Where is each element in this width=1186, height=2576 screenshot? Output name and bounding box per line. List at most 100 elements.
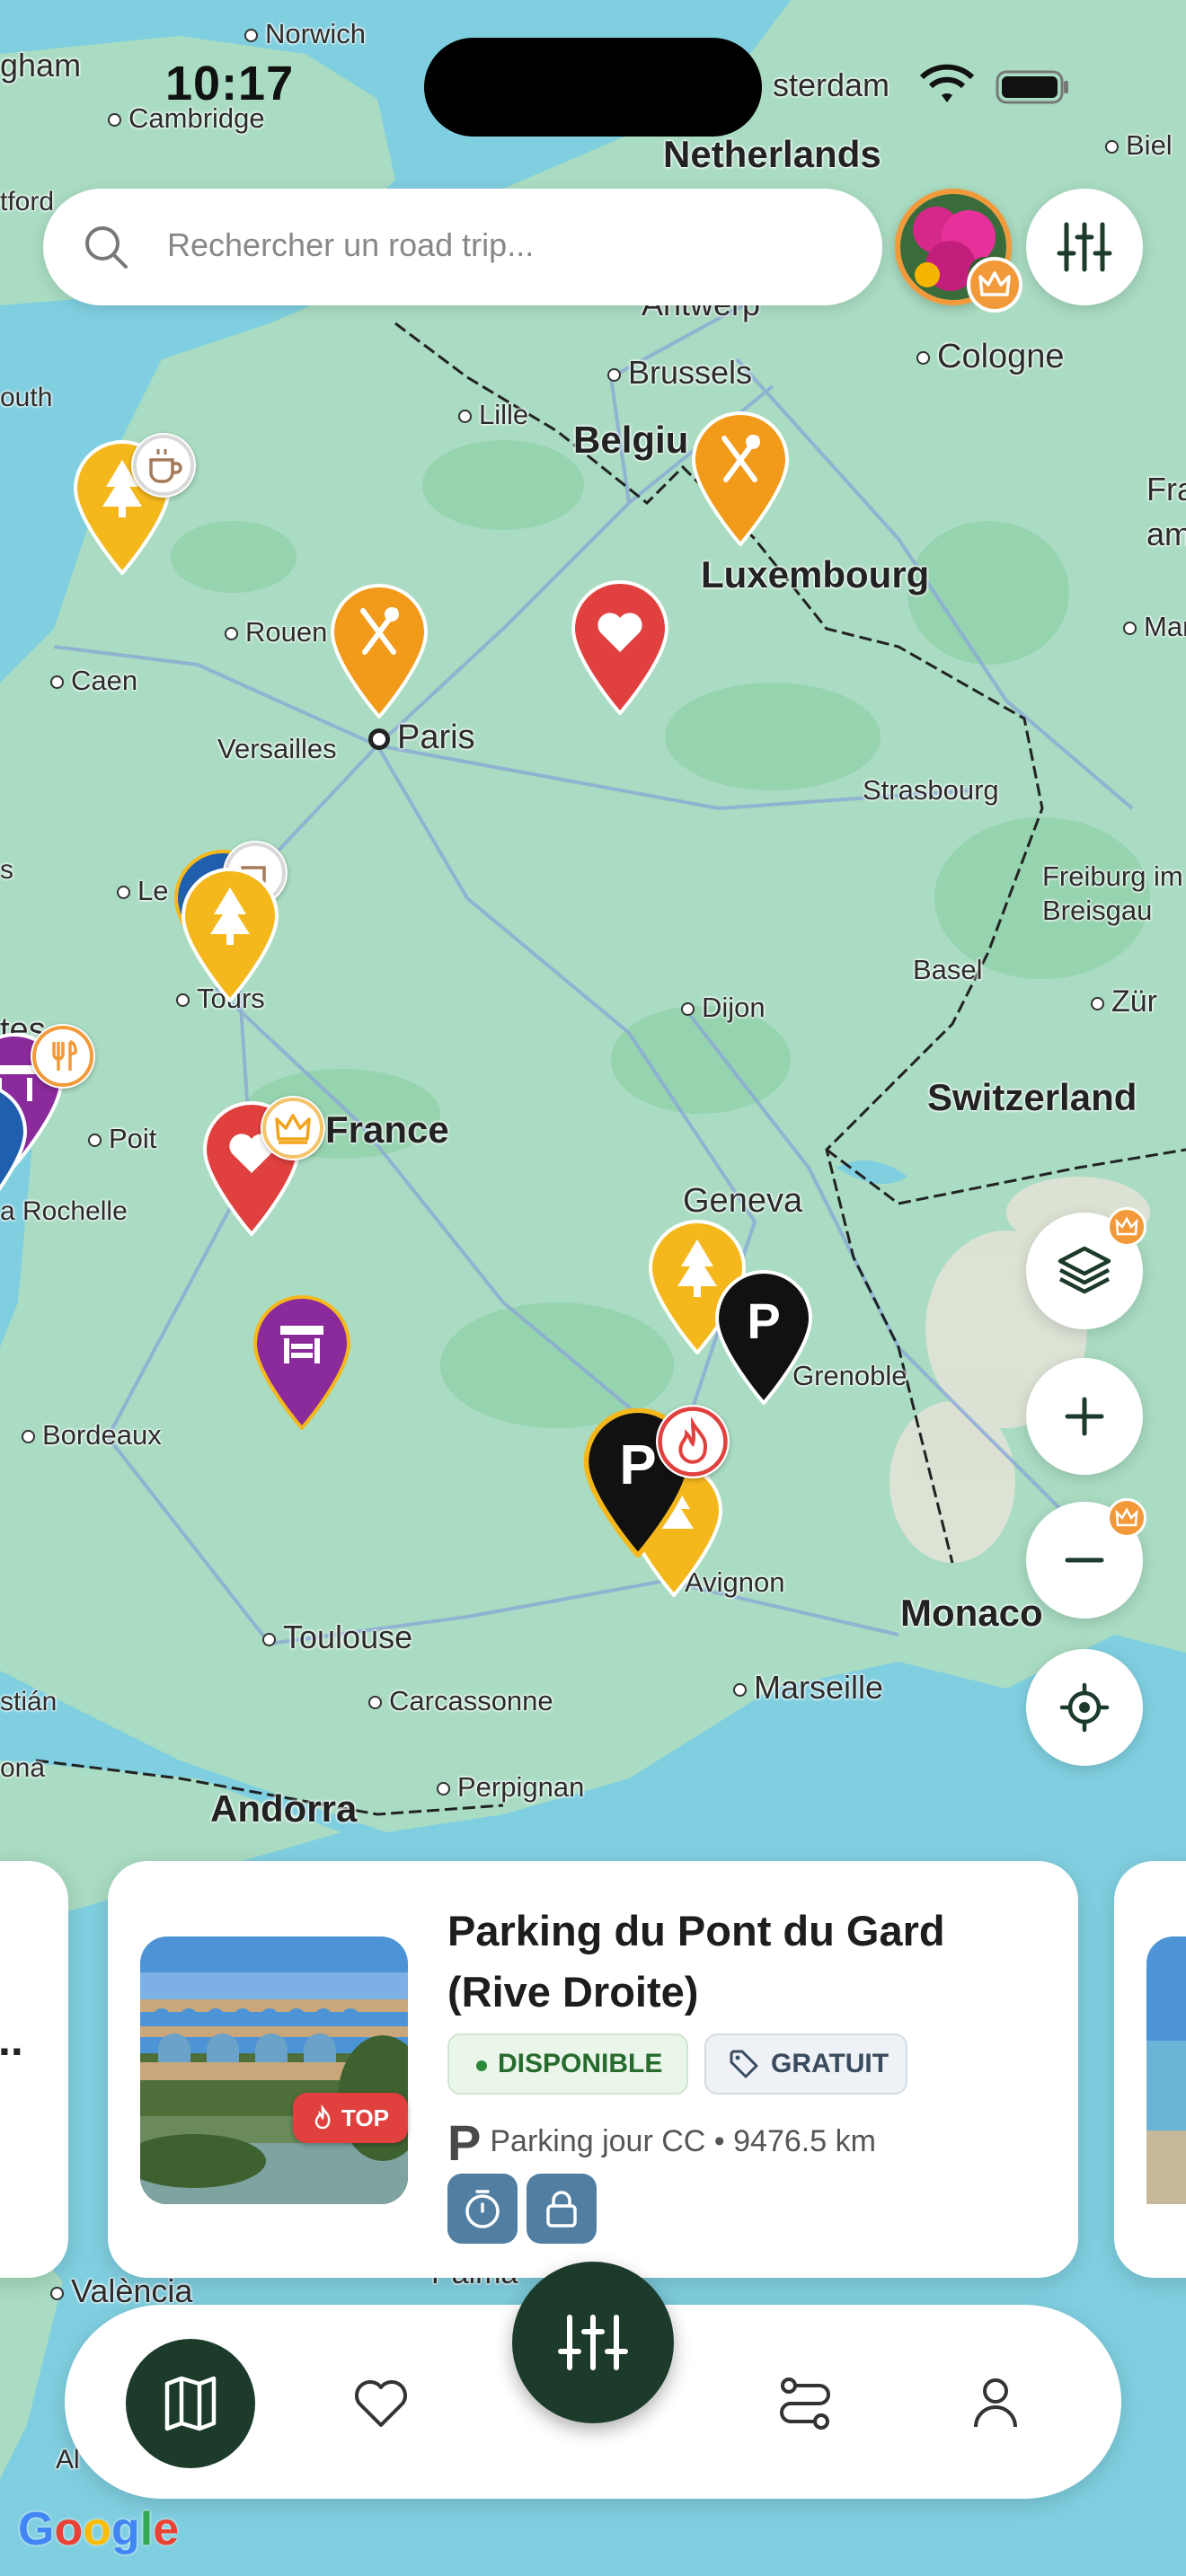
- map-label-brussels: Brussels: [607, 354, 752, 392]
- map-label-carcassonne: Carcassonne: [368, 1685, 553, 1717]
- lock-icon: [546, 2191, 577, 2228]
- map-label-bordeaux: Bordeaux: [22, 1419, 162, 1451]
- map-label-fra: Fra: [1146, 471, 1186, 507]
- next-spot-photo: [1146, 1936, 1186, 2204]
- map-label-ona: ona: [0, 1753, 46, 1783]
- svg-text:P: P: [747, 1292, 780, 1349]
- map-label-lille: Lille: [458, 399, 528, 431]
- map-label-france: France: [325, 1108, 449, 1151]
- map-label-paris: Paris: [368, 719, 475, 757]
- heart-icon: [355, 2380, 407, 2427]
- map-label-cologne: Cologne: [916, 338, 1065, 376]
- map-label-dijon: Dijon: [681, 992, 766, 1024]
- spot-card-next[interactable]: [1114, 1861, 1186, 2278]
- spot-card[interactable]: TOP Parking du Pont du Gard (Rive Droite…: [108, 1861, 1078, 2278]
- map-label-belgium: Belgiu: [573, 419, 689, 461]
- status-icons: [916, 63, 1078, 108]
- spot-title: Parking du Pont du Gard (Rive Droite): [447, 1901, 1040, 2023]
- status-badge: DISPONIBLE: [447, 2033, 688, 2095]
- map-label-luxembourg: Luxembourg: [701, 553, 930, 595]
- nav-map-button[interactable]: [126, 2339, 255, 2468]
- nav-profile-button[interactable]: [958, 2366, 1033, 2441]
- map-label-le: Le: [117, 875, 168, 907]
- restaurant-icon: [31, 1024, 95, 1089]
- search-icon: [85, 226, 128, 269]
- timer-button[interactable]: [447, 2174, 518, 2244]
- map-label-al: Al: [56, 2445, 80, 2475]
- map-label-tford: tford: [0, 187, 55, 216]
- spot-title-line2: (Rive Droite): [447, 1968, 699, 2016]
- map-label-netherlands: Netherlands: [663, 133, 881, 175]
- map-pin-restaurant[interactable]: [329, 584, 429, 719]
- spot-card-previous[interactable]: ..: [0, 1861, 68, 2278]
- map-label-s: s: [0, 855, 13, 885]
- map-pin-favorite[interactable]: [570, 580, 670, 715]
- route-icon: [780, 2378, 830, 2430]
- map-label-versailles: Versailles: [217, 733, 337, 764]
- map-label-gham: gham: [0, 47, 82, 84]
- spot-meta-text: Parking jour CC • 9476.5 km: [490, 2124, 876, 2158]
- map-label-norwich: Norwich: [244, 18, 366, 50]
- google-attribution: Google: [18, 2503, 180, 2555]
- coffee-icon: [131, 433, 196, 498]
- user-icon: [974, 2378, 1017, 2428]
- map-pin-market[interactable]: [252, 1295, 352, 1430]
- map-label-monaco: Monaco: [900, 1592, 1043, 1634]
- crosshair-icon: [1059, 1682, 1110, 1733]
- map-label-perpignan: Perpignan: [437, 1771, 584, 1804]
- map-label-stian: stián: [0, 1687, 58, 1716]
- map-label-switzerland: Switzerland: [927, 1076, 1137, 1118]
- battery-icon: [996, 70, 1068, 104]
- dynamic-island: [424, 38, 762, 137]
- nav-filters-button[interactable]: [512, 2262, 674, 2423]
- nav-routes-button[interactable]: [767, 2366, 843, 2441]
- fire-icon: [314, 2104, 331, 2130]
- map-label-zur: Zür: [1091, 984, 1157, 1019]
- map-label-andorra: Andorra: [210, 1787, 358, 1830]
- status-badge-label: DISPONIBLE: [498, 2049, 663, 2078]
- map-label-marseille: Marseille: [733, 1669, 883, 1707]
- sliders-icon: [558, 2315, 628, 2370]
- map-label-mann: Mann: [1123, 611, 1186, 643]
- map-label-biel: Biel: [1105, 129, 1173, 162]
- lock-button[interactable]: [527, 2174, 597, 2244]
- nav-favorites-button[interactable]: [343, 2366, 419, 2441]
- map-pin-blue[interactable]: [0, 1083, 29, 1218]
- crown-icon: [967, 257, 1022, 313]
- map-pin-forest[interactable]: [180, 868, 280, 1002]
- filter-settings-button[interactable]: [1026, 189, 1143, 305]
- map-label-outh: outh: [0, 383, 53, 412]
- timer-icon: [465, 2190, 500, 2228]
- map-label-rouen: Rouen: [225, 616, 327, 648]
- tag-icon: [730, 2050, 758, 2078]
- spot-meta: P Parking jour CC • 9476.5 km: [447, 2114, 876, 2172]
- map-label-breisgau: Breisgau: [1042, 895, 1153, 926]
- map-label-poit: Poit: [88, 1123, 156, 1155]
- map-label-toulouse: Toulouse: [262, 1619, 412, 1656]
- fire-icon: [656, 1405, 730, 1478]
- status-time: 10:17: [165, 57, 295, 110]
- search-placeholder: Rechercher un road trip...: [167, 226, 535, 263]
- crown-icon: [261, 1096, 325, 1160]
- price-badge-label: GRATUIT: [771, 2049, 890, 2078]
- wifi-icon: [919, 64, 975, 102]
- plus-icon: [1065, 1397, 1104, 1436]
- search-bar[interactable]: Rechercher un road trip...: [43, 189, 882, 305]
- map-icon: [164, 2376, 217, 2431]
- price-badge: GRATUIT: [704, 2033, 907, 2095]
- map-label-am: am: [1146, 516, 1186, 552]
- map-label-sterdam: sterdam: [773, 66, 890, 103]
- map-label-strasbourg: Strasbourg: [863, 774, 999, 806]
- map-label-geneva: Geneva: [683, 1182, 803, 1220]
- crown-icon: [1107, 1498, 1146, 1538]
- status-dot: [476, 2060, 487, 2071]
- map-label-freiburg: Freiburg im: [1042, 860, 1183, 892]
- map-pin-parking[interactable]: P: [713, 1270, 814, 1405]
- top-badge-label: TOP: [341, 2104, 389, 2131]
- zoom-in-button[interactable]: [1026, 1358, 1143, 1475]
- my-location-button[interactable]: [1026, 1649, 1143, 1766]
- map-pin-restaurant[interactable]: [690, 411, 791, 546]
- sliders-icon: [1057, 222, 1112, 272]
- spot-title-line1: Parking du Pont du Gard: [447, 1907, 945, 1954]
- parking-type-icon: P: [447, 2114, 482, 2172]
